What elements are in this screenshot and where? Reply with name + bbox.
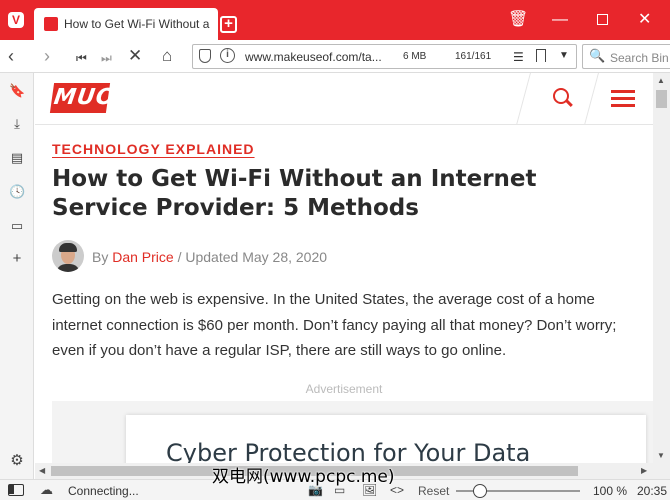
author-link[interactable]: Dan Price bbox=[112, 249, 173, 265]
search-engine-icon[interactable]: 🔍 bbox=[589, 48, 605, 64]
scroll-right-arrow-icon[interactable]: ▶ bbox=[641, 466, 647, 475]
site-logo[interactable]: MUO bbox=[49, 83, 118, 113]
rewind-button[interactable]: ⏮ bbox=[76, 48, 87, 68]
advertisement-container: Cyber Protection for Your Data bbox=[52, 401, 653, 463]
advertisement-card[interactable]: Cyber Protection for Your Data bbox=[126, 415, 646, 463]
back-button[interactable]: ‹ bbox=[8, 46, 14, 66]
sync-cloud-icon[interactable]: ☁ bbox=[40, 482, 53, 498]
bookmark-icon[interactable] bbox=[536, 49, 546, 62]
author-avatar[interactable] bbox=[52, 240, 84, 272]
resource-count: 161/161 bbox=[455, 51, 492, 62]
history-panel-icon[interactable]: 🕓 bbox=[9, 184, 25, 200]
minimize-button[interactable]: — bbox=[552, 12, 568, 28]
new-tab-button[interactable]: + bbox=[220, 16, 237, 33]
clock: 20:35 bbox=[637, 484, 668, 498]
window-panel-icon[interactable]: ▭ bbox=[9, 218, 25, 234]
tab-favicon-icon bbox=[44, 17, 58, 31]
scroll-down-arrow-icon[interactable]: ▼ bbox=[657, 451, 665, 460]
site-search-icon[interactable] bbox=[553, 88, 569, 104]
title-bar: V How to Get Wi-Fi Without a + 🗑 — ✕ bbox=[0, 0, 670, 40]
article-category-link[interactable]: TECHNOLOGY EXPLAINED bbox=[52, 141, 255, 157]
page-size: 6 MB bbox=[403, 51, 427, 62]
site-info-icon[interactable]: i bbox=[220, 48, 235, 63]
zoom-slider[interactable] bbox=[456, 484, 580, 498]
scroll-up-arrow-icon[interactable]: ▲ bbox=[657, 76, 665, 85]
settings-gear-icon[interactable]: ⚙ bbox=[9, 453, 25, 469]
site-header: MUO bbox=[35, 73, 653, 125]
address-bar[interactable]: i www.makeuseof.com/ta... 6 MB 161/161 ☰… bbox=[192, 44, 577, 69]
vivaldi-menu-icon[interactable]: V bbox=[8, 12, 24, 28]
downloads-panel-icon[interactable]: ⤓ bbox=[9, 116, 25, 132]
shield-icon[interactable] bbox=[199, 49, 211, 63]
header-divider bbox=[516, 73, 531, 125]
zoom-slider-handle[interactable] bbox=[473, 484, 487, 498]
side-panel: 🔖 ⤓ ▤ 🕓 ▭ + ⚙ bbox=[0, 73, 34, 479]
trash-icon[interactable]: 🗑 bbox=[508, 12, 528, 28]
maximize-button[interactable] bbox=[597, 14, 608, 25]
site-logo-text: MUO bbox=[52, 85, 118, 110]
advertisement-headline[interactable]: Cyber Protection for Your Data bbox=[166, 439, 530, 463]
vertical-scroll-thumb[interactable] bbox=[656, 90, 667, 108]
add-panel-icon[interactable]: + bbox=[9, 251, 25, 267]
web-page: MUO TECHNOLOGY EXPLAINED How to Get Wi-F… bbox=[35, 73, 653, 463]
watermark-text: 双电网(www.pcpc.me) bbox=[212, 467, 395, 487]
close-button[interactable]: ✕ bbox=[638, 12, 651, 28]
zoom-level: 100 % bbox=[593, 484, 628, 498]
byline-prefix: By bbox=[92, 249, 109, 265]
active-tab[interactable]: How to Get Wi-Fi Without a bbox=[34, 8, 218, 40]
scrollbar-corner bbox=[653, 463, 670, 479]
tab-title: How to Get Wi-Fi Without a bbox=[64, 17, 210, 31]
scroll-left-arrow-icon[interactable]: ◀ bbox=[39, 466, 45, 475]
browser-window: V How to Get Wi-Fi Without a + 🗑 — ✕ ‹ ›… bbox=[0, 0, 670, 500]
article-title: How to Get Wi-Fi Without an Internet Ser… bbox=[52, 166, 537, 221]
forward-button[interactable]: › bbox=[44, 46, 50, 66]
loading-status: Connecting... bbox=[68, 484, 139, 498]
vertical-scrollbar[interactable]: ▲ ▼ bbox=[653, 73, 670, 463]
url-text[interactable]: www.makeuseof.com/ta... bbox=[245, 50, 382, 64]
advertisement-label: Advertisement bbox=[305, 382, 383, 396]
search-field[interactable]: 🔍 Search Bin bbox=[582, 44, 670, 69]
updated-date: Updated May 28, 2020 bbox=[185, 249, 328, 265]
reader-view-icon[interactable]: ☰ bbox=[513, 50, 524, 64]
hamburger-menu-icon[interactable] bbox=[611, 90, 635, 108]
zoom-reset-button[interactable]: Reset bbox=[418, 484, 449, 498]
article-byline: By Dan Price / Updated May 28, 2020 bbox=[92, 249, 327, 265]
notes-panel-icon[interactable]: ▤ bbox=[9, 150, 25, 166]
navigation-bar: ‹ › ⏮ ⏭ ✕ ⌂ i www.makeuseof.com/ta... 6 … bbox=[0, 40, 670, 73]
stop-loading-button[interactable]: ✕ bbox=[128, 46, 142, 66]
article-body: Getting on the web is expensive. In the … bbox=[52, 291, 617, 359]
byline-separator: / bbox=[177, 249, 182, 265]
home-button[interactable]: ⌂ bbox=[162, 46, 172, 66]
search-placeholder: Search Bin bbox=[610, 51, 669, 65]
header-divider bbox=[584, 73, 599, 125]
fast-forward-button[interactable]: ⏭ bbox=[101, 48, 112, 68]
bookmarks-panel-icon[interactable]: 🔖 bbox=[9, 83, 25, 99]
panel-toggle-icon[interactable] bbox=[8, 484, 24, 496]
chevron-down-icon[interactable]: ▼ bbox=[559, 50, 569, 61]
